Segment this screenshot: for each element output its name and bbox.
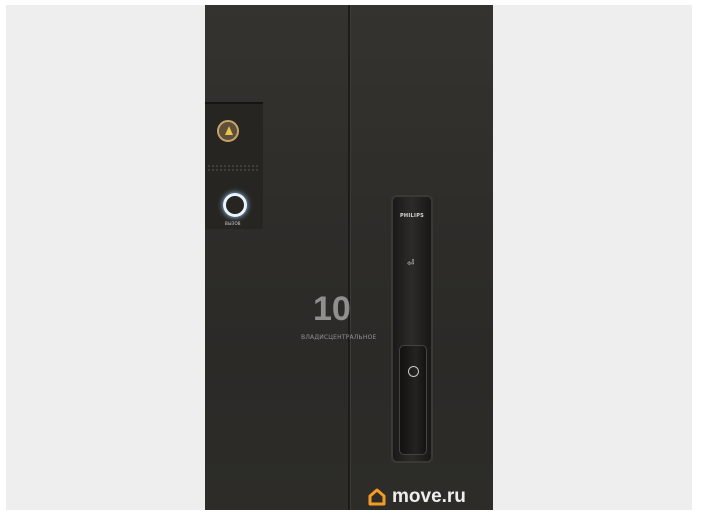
call-button-ring xyxy=(223,193,247,217)
door-seam xyxy=(348,5,350,510)
fingerprint-icon xyxy=(408,366,419,377)
agency-watermark-text: ВЛАДИСЦЕНТРАЛЬНОЕ xyxy=(301,334,377,341)
speaker-grille xyxy=(207,164,259,172)
unlock-icon: ⏎ xyxy=(407,259,415,269)
image-frame: ВЫЗОВ PHILIPS ⏎ 10 ВЛАДИСЦЕНТРАЛЬНОЕ mov… xyxy=(6,5,692,510)
lock-brand-text: PHILIPS xyxy=(399,213,425,219)
move-watermark: move.ru xyxy=(368,486,466,508)
move-watermark-text: move.ru xyxy=(392,486,466,507)
camera-icon xyxy=(217,120,239,142)
agency-logo: 10 xyxy=(313,290,351,328)
house-icon xyxy=(368,488,386,506)
call-button-label: ВЫЗОВ xyxy=(225,221,241,226)
agency-watermark: 10 ВЛАДИСЦЕНТРАЛЬНОЕ xyxy=(301,290,401,350)
door-photo: ВЫЗОВ PHILIPS ⏎ 10 ВЛАДИСЦЕНТРАЛЬНОЕ mov… xyxy=(205,5,493,510)
lock-handle xyxy=(399,345,427,455)
